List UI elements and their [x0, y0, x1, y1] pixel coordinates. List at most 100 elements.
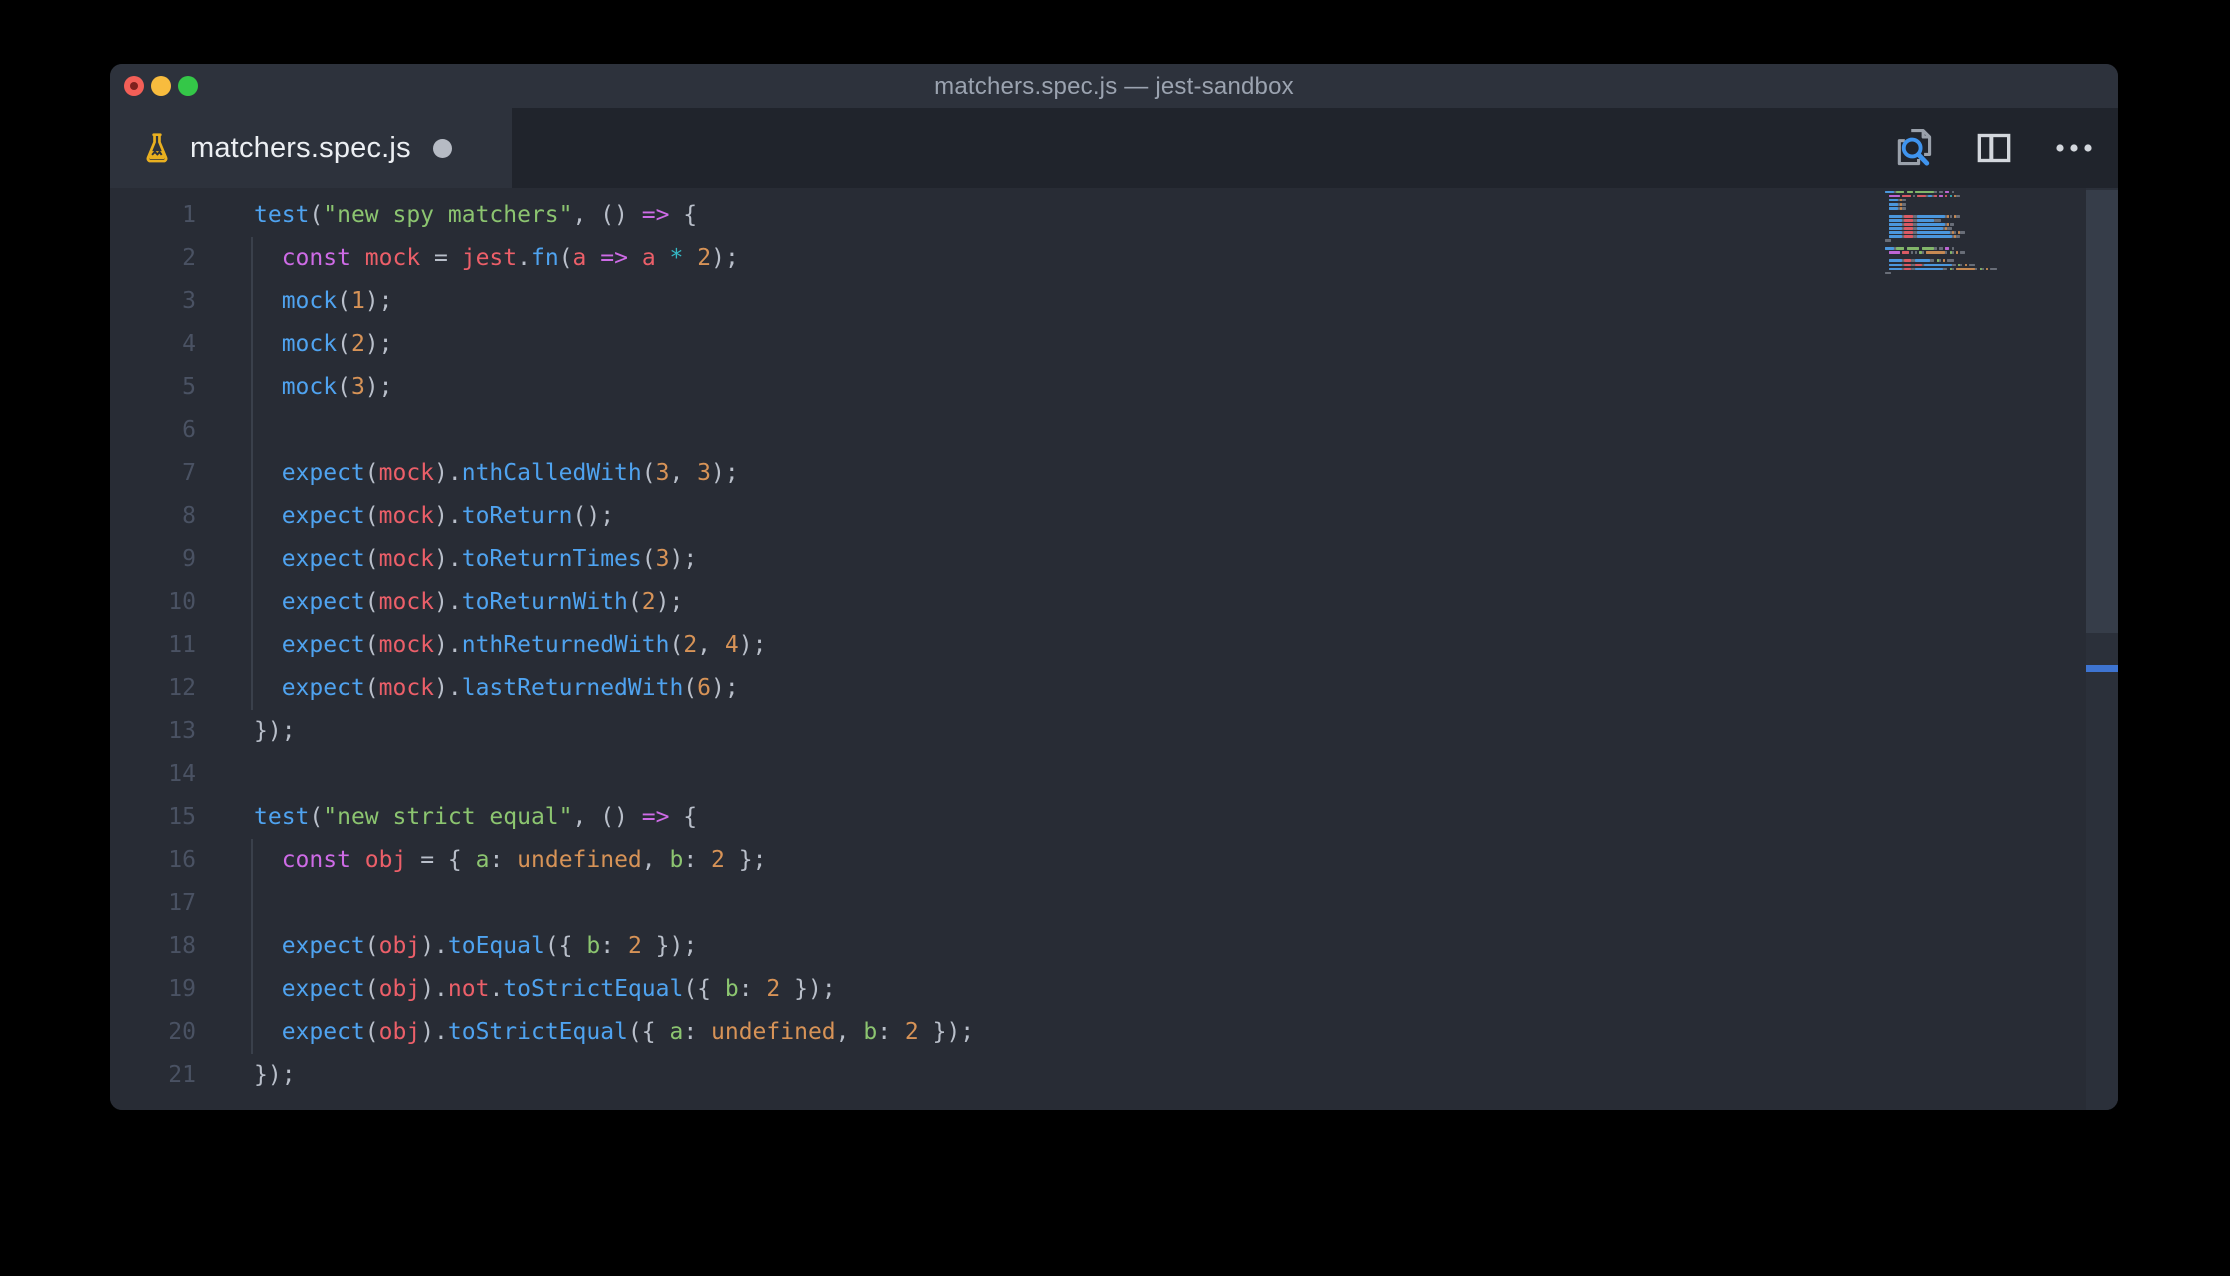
scrollbar-thumb[interactable]: [2086, 190, 2118, 633]
line-number[interactable]: 21: [110, 1054, 196, 1097]
code-text: const obj = { a: undefined, b: 2 };: [281, 847, 767, 873]
indent-guide: [251, 968, 253, 1011]
editor-actions: [1892, 108, 2096, 188]
line-number[interactable]: 9: [110, 538, 196, 581]
code-line[interactable]: 18 expect(obj).toEqual({ b: 2 });: [110, 925, 1908, 968]
code-text: });: [254, 1062, 296, 1088]
code-text: mock(1);: [281, 288, 393, 314]
code-text: expect(mock).toReturnTimes(3);: [281, 546, 698, 572]
window-title: matchers.spec.js — jest-sandbox: [934, 73, 1294, 100]
line-number[interactable]: 10: [110, 581, 196, 624]
line-number[interactable]: 6: [110, 409, 196, 452]
editor-pane: 1 test("new spy matchers", () => { 2 const …: [110, 188, 2118, 1110]
line-number[interactable]: 13: [110, 710, 196, 753]
indent-guide: [251, 624, 253, 667]
indent-guide: [251, 452, 253, 495]
code-text: test("new strict equal", () => {: [254, 804, 698, 830]
code-line[interactable]: 1 test("new spy matchers", () => {: [110, 194, 1908, 237]
line-number[interactable]: 8: [110, 495, 196, 538]
code-line[interactable]: 14: [110, 753, 1908, 796]
line-number[interactable]: 5: [110, 366, 196, 409]
line-number[interactable]: 19: [110, 968, 196, 1011]
code-lines: 1 test("new spy matchers", () => { 2 const …: [110, 194, 1908, 1097]
code-line[interactable]: 17: [110, 882, 1908, 925]
code-text: expect(mock).nthReturnedWith(2, 4);: [281, 632, 767, 658]
file-search-icon: [1897, 129, 1932, 166]
line-number[interactable]: 20: [110, 1011, 196, 1054]
indent-guide: [251, 280, 253, 323]
code-text: test("new spy matchers", () => {: [254, 202, 698, 228]
scrollbar-track[interactable]: [2086, 188, 2118, 1110]
code-text: expect(obj).toStrictEqual({ a: undefined…: [281, 1019, 975, 1045]
indent-guide: [251, 1011, 253, 1054]
minimap[interactable]: [1881, 190, 2016, 275]
more-actions-button[interactable]: [2052, 124, 2096, 172]
line-number[interactable]: 1: [110, 194, 196, 237]
code-line[interactable]: 9 expect(mock).toReturnTimes(3);: [110, 538, 1908, 581]
titlebar: matchers.spec.js — jest-sandbox: [110, 64, 2118, 108]
overview-ruler-marker: [2086, 665, 2118, 672]
code-line[interactable]: 2 const mock = jest.fn(a => a * 2);: [110, 237, 1908, 280]
code-text: expect(mock).lastReturnedWith(6);: [281, 675, 739, 701]
code-line[interactable]: 16 const obj = { a: undefined, b: 2 };: [110, 839, 1908, 882]
code-text: });: [254, 718, 296, 744]
flask-test-icon: [146, 133, 168, 163]
code-line[interactable]: 3 mock(1);: [110, 280, 1908, 323]
code-line[interactable]: 11 expect(mock).nthReturnedWith(2, 4);: [110, 624, 1908, 667]
indent-guide: [251, 667, 253, 710]
code-line[interactable]: 5 mock(3);: [110, 366, 1908, 409]
line-number[interactable]: 14: [110, 753, 196, 796]
split-editor-button[interactable]: [1972, 124, 2016, 172]
line-number[interactable]: 18: [110, 925, 196, 968]
indent-guide: [251, 882, 253, 925]
indent-guide: [251, 925, 253, 968]
code-line[interactable]: 20 expect(obj).toStrictEqual({ a: undefin…: [110, 1011, 1908, 1054]
code-line[interactable]: 19 expect(obj).not.toStrictEqual({ b: 2 }…: [110, 968, 1908, 1011]
app-window: matchers.spec.js — jest-sandbox matchers…: [110, 64, 2118, 1110]
tab-label: matchers.spec.js: [190, 131, 411, 164]
code-line[interactable]: 6: [110, 409, 1908, 452]
code-line[interactable]: 12 expect(mock).lastReturnedWith(6);: [110, 667, 1908, 710]
code-text: mock(3);: [281, 374, 393, 400]
code-text: expect(mock).toReturn();: [281, 503, 615, 529]
indent-guide: [251, 839, 253, 882]
tab-matchers-spec[interactable]: matchers.spec.js: [110, 108, 512, 188]
modified-indicator[interactable]: [432, 138, 452, 158]
code-line[interactable]: 10 expect(mock).toReturnWith(2);: [110, 581, 1908, 624]
code-text: mock(2);: [281, 331, 393, 357]
code-text: const mock = jest.fn(a => a * 2);: [281, 245, 739, 271]
line-number[interactable]: 16: [110, 839, 196, 882]
code-line[interactable]: 21});: [110, 1054, 1908, 1097]
line-number[interactable]: 7: [110, 452, 196, 495]
minimap-line: [1881, 271, 2016, 275]
code-line[interactable]: 7 expect(mock).nthCalledWith(3, 3);: [110, 452, 1908, 495]
split-editor-icon: [1977, 133, 2011, 163]
tab-bar: matchers.spec.js: [110, 108, 2118, 188]
line-number[interactable]: 12: [110, 667, 196, 710]
line-number[interactable]: 4: [110, 323, 196, 366]
line-number[interactable]: 15: [110, 796, 196, 839]
line-number[interactable]: 3: [110, 280, 196, 323]
indent-guide: [251, 366, 253, 409]
indent-guide: [251, 538, 253, 581]
indent-guide: [251, 237, 253, 280]
code-text: expect(obj).not.toStrictEqual({ b: 2 });: [281, 976, 836, 1002]
code-text: expect(mock).toReturnWith(2);: [281, 589, 684, 615]
indent-guide: [251, 323, 253, 366]
indent-guide: [251, 409, 253, 452]
code-line[interactable]: 4 mock(2);: [110, 323, 1908, 366]
search-editor-button[interactable]: [1892, 124, 1936, 172]
code-text: expect(mock).nthCalledWith(3, 3);: [281, 460, 739, 486]
code-line[interactable]: 13});: [110, 710, 1908, 753]
ellipsis-icon: [2056, 144, 2092, 152]
code-text: expect(obj).toEqual({ b: 2 });: [281, 933, 698, 959]
code-line[interactable]: 8 expect(mock).toReturn();: [110, 495, 1908, 538]
line-number[interactable]: 2: [110, 237, 196, 280]
code-line[interactable]: 15 test("new strict equal", () => {: [110, 796, 1908, 839]
line-number[interactable]: 11: [110, 624, 196, 667]
indent-guide: [251, 495, 253, 538]
line-number[interactable]: 17: [110, 882, 196, 925]
